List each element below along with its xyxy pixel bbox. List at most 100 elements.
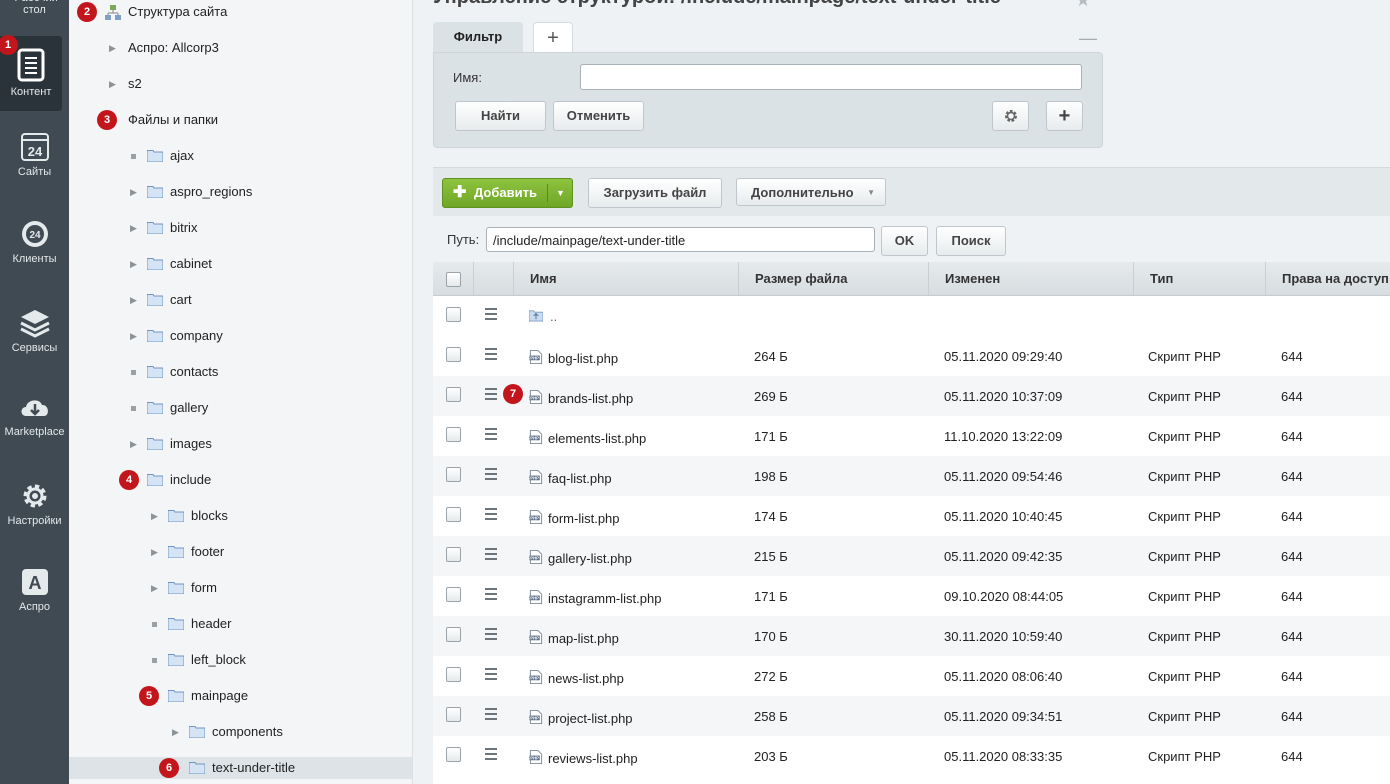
cancel-button[interactable]: Отменить bbox=[553, 101, 644, 131]
tree-item[interactable]: Файлы и папки bbox=[69, 109, 412, 131]
minimize-icon[interactable]: — bbox=[1079, 28, 1097, 49]
sidebar-item-marketplace[interactable]: Marketplace bbox=[0, 394, 69, 454]
add-button[interactable]: ✚ Добавить ▼ bbox=[442, 178, 573, 208]
tree-item-site-structure[interactable]: Структура сайта bbox=[105, 1, 405, 23]
file-name-link[interactable]: blog-list.php bbox=[548, 351, 618, 366]
sidebar-item-sites[interactable]: 24 Сайты bbox=[0, 132, 69, 192]
table-row[interactable]: PHP brands-list.php 269 Б 05.11.2020 10:37:… bbox=[433, 376, 1390, 416]
column-header-modified[interactable]: Изменен bbox=[928, 262, 1133, 295]
column-header-size[interactable]: Размер файла bbox=[738, 262, 928, 295]
row-checkbox[interactable] bbox=[446, 467, 461, 482]
tree-item[interactable]: mainpage bbox=[69, 685, 412, 707]
tree-item[interactable]: ▶ form bbox=[69, 577, 412, 599]
sidebar-item-desktop[interactable]: Рабочий стол bbox=[0, 0, 69, 28]
tree-item[interactable]: ▶ blocks bbox=[69, 505, 412, 527]
row-menu-icon[interactable] bbox=[485, 628, 497, 643]
row-menu-icon[interactable] bbox=[485, 588, 497, 603]
column-header-name[interactable]: Имя bbox=[513, 262, 738, 295]
expand-arrow-icon[interactable]: ▶ bbox=[130, 433, 140, 455]
chevron-down-icon[interactable]: ▼ bbox=[556, 179, 565, 207]
more-actions-button[interactable]: Дополнительно ▼ bbox=[736, 178, 886, 206]
row-checkbox[interactable] bbox=[446, 667, 461, 682]
file-name-link[interactable]: news-list.php bbox=[548, 671, 624, 686]
file-name-link[interactable]: elements-list.php bbox=[548, 431, 646, 446]
tree-item[interactable]: ▶ cart bbox=[69, 289, 412, 311]
expand-arrow-icon[interactable]: ▶ bbox=[130, 289, 140, 311]
tree-item[interactable]: left_block bbox=[69, 649, 412, 671]
expand-arrow-icon[interactable]: ▶ bbox=[172, 721, 182, 743]
file-name-link[interactable]: instagramm-list.php bbox=[548, 591, 661, 606]
row-menu-icon[interactable] bbox=[485, 668, 497, 683]
up-dir-link[interactable]: .. bbox=[550, 309, 557, 324]
file-name-link[interactable]: map-list.php bbox=[548, 631, 619, 646]
tab-filter[interactable]: Фильтр bbox=[433, 22, 523, 52]
sidebar-item-clients[interactable]: 24 Клиенты bbox=[0, 219, 69, 279]
row-menu-icon[interactable] bbox=[485, 508, 497, 523]
tree-item[interactable]: gallery bbox=[69, 397, 412, 419]
tree-item[interactable]: ▶ company bbox=[69, 325, 412, 347]
find-button[interactable]: Найти bbox=[455, 101, 546, 131]
tree-item[interactable]: ▶ components bbox=[69, 721, 412, 743]
table-row[interactable]: PHP gallery-list.php 215 Б 05.11.2020 09:42… bbox=[433, 536, 1390, 576]
tree-item[interactable]: ▶ aspro_regions bbox=[69, 181, 412, 203]
expand-arrow-icon[interactable]: ▶ bbox=[151, 541, 161, 563]
expand-arrow-icon[interactable]: ▶ bbox=[109, 73, 119, 95]
expand-arrow-icon[interactable]: ▶ bbox=[151, 577, 161, 599]
tree-item[interactable]: ▶ cabinet bbox=[69, 253, 412, 275]
search-button[interactable]: Поиск bbox=[936, 226, 1006, 256]
path-input[interactable]: /include/mainpage/text-under-title bbox=[486, 227, 875, 252]
table-row-up[interactable]: .. bbox=[433, 296, 1390, 336]
tree-item[interactable]: ▶ s2 bbox=[69, 73, 412, 95]
row-menu-icon[interactable] bbox=[485, 708, 497, 723]
table-row[interactable]: PHP instagramm-list.php 171 Б 09.10.2020 08… bbox=[433, 576, 1390, 616]
expand-arrow-icon[interactable]: ▶ bbox=[109, 37, 119, 59]
file-name-link[interactable]: gallery-list.php bbox=[548, 551, 632, 566]
add-filter-tab-button[interactable]: + bbox=[533, 22, 573, 53]
row-checkbox[interactable] bbox=[446, 307, 461, 322]
row-menu-icon[interactable] bbox=[485, 428, 497, 443]
row-checkbox[interactable] bbox=[446, 587, 461, 602]
sidebar-item-settings[interactable]: Настройки bbox=[0, 481, 69, 541]
sidebar-item-aspro[interactable]: A Аспро bbox=[0, 567, 69, 627]
file-name-link[interactable]: faq-list.php bbox=[548, 471, 612, 486]
filter-settings-button[interactable] bbox=[992, 101, 1029, 131]
table-row[interactable]: PHP project-list.php 258 Б 05.11.2020 09:34… bbox=[433, 696, 1390, 736]
row-checkbox[interactable] bbox=[446, 347, 461, 362]
tree-item[interactable]: ▶ bitrix bbox=[69, 217, 412, 239]
column-header-type[interactable]: Тип bbox=[1133, 262, 1265, 295]
row-checkbox[interactable] bbox=[446, 627, 461, 642]
tree-item[interactable]: text-under-title bbox=[69, 757, 412, 779]
file-name-link[interactable]: form-list.php bbox=[548, 511, 620, 526]
tree-item[interactable]: ▶ Аспро: Allcorp3 bbox=[69, 37, 412, 59]
row-menu-icon[interactable] bbox=[485, 468, 497, 483]
ok-button[interactable]: OK bbox=[881, 226, 928, 256]
table-row[interactable]: PHP form-list.php 174 Б 05.11.2020 10:40:45… bbox=[433, 496, 1390, 536]
table-row[interactable]: PHP news-list.php 272 Б 05.11.2020 08:06:40… bbox=[433, 656, 1390, 696]
row-checkbox[interactable] bbox=[446, 747, 461, 762]
table-row[interactable]: PHP blog-list.php 264 Б 05.11.2020 09:29:40… bbox=[433, 336, 1390, 376]
expand-arrow-icon[interactable]: ▶ bbox=[130, 217, 140, 239]
expand-arrow-icon[interactable]: ▶ bbox=[130, 325, 140, 347]
column-header-rights[interactable]: Права на доступ bbox=[1265, 262, 1390, 295]
upload-file-button[interactable]: Загрузить файл bbox=[588, 178, 722, 208]
row-checkbox[interactable] bbox=[446, 547, 461, 562]
select-all-checkbox[interactable] bbox=[446, 272, 461, 287]
expand-arrow-icon[interactable]: ▶ bbox=[151, 505, 161, 527]
table-row[interactable]: PHP reviews-list.php 203 Б 05.11.2020 08:33… bbox=[433, 736, 1390, 776]
file-name-link[interactable]: project-list.php bbox=[548, 711, 633, 726]
favorite-star-icon[interactable]: ★ bbox=[1075, 0, 1091, 11]
row-menu-icon[interactable] bbox=[485, 548, 497, 563]
row-menu-icon[interactable] bbox=[485, 388, 497, 403]
file-name-link[interactable]: brands-list.php bbox=[548, 391, 633, 406]
expand-arrow-icon[interactable]: ▶ bbox=[130, 253, 140, 275]
row-checkbox[interactable] bbox=[446, 707, 461, 722]
row-checkbox[interactable] bbox=[446, 427, 461, 442]
file-name-link[interactable]: reviews-list.php bbox=[548, 751, 638, 766]
expand-arrow-icon[interactable]: ▶ bbox=[130, 181, 140, 203]
row-menu-icon[interactable] bbox=[485, 308, 497, 323]
tree-item[interactable]: ▶ footer bbox=[69, 541, 412, 563]
table-row[interactable]: PHP faq-list.php 198 Б 05.11.2020 09:54:46 С… bbox=[433, 456, 1390, 496]
tree-item[interactable]: header bbox=[69, 613, 412, 635]
sidebar-item-services[interactable]: Сервисы bbox=[0, 308, 69, 368]
row-checkbox[interactable] bbox=[446, 507, 461, 522]
